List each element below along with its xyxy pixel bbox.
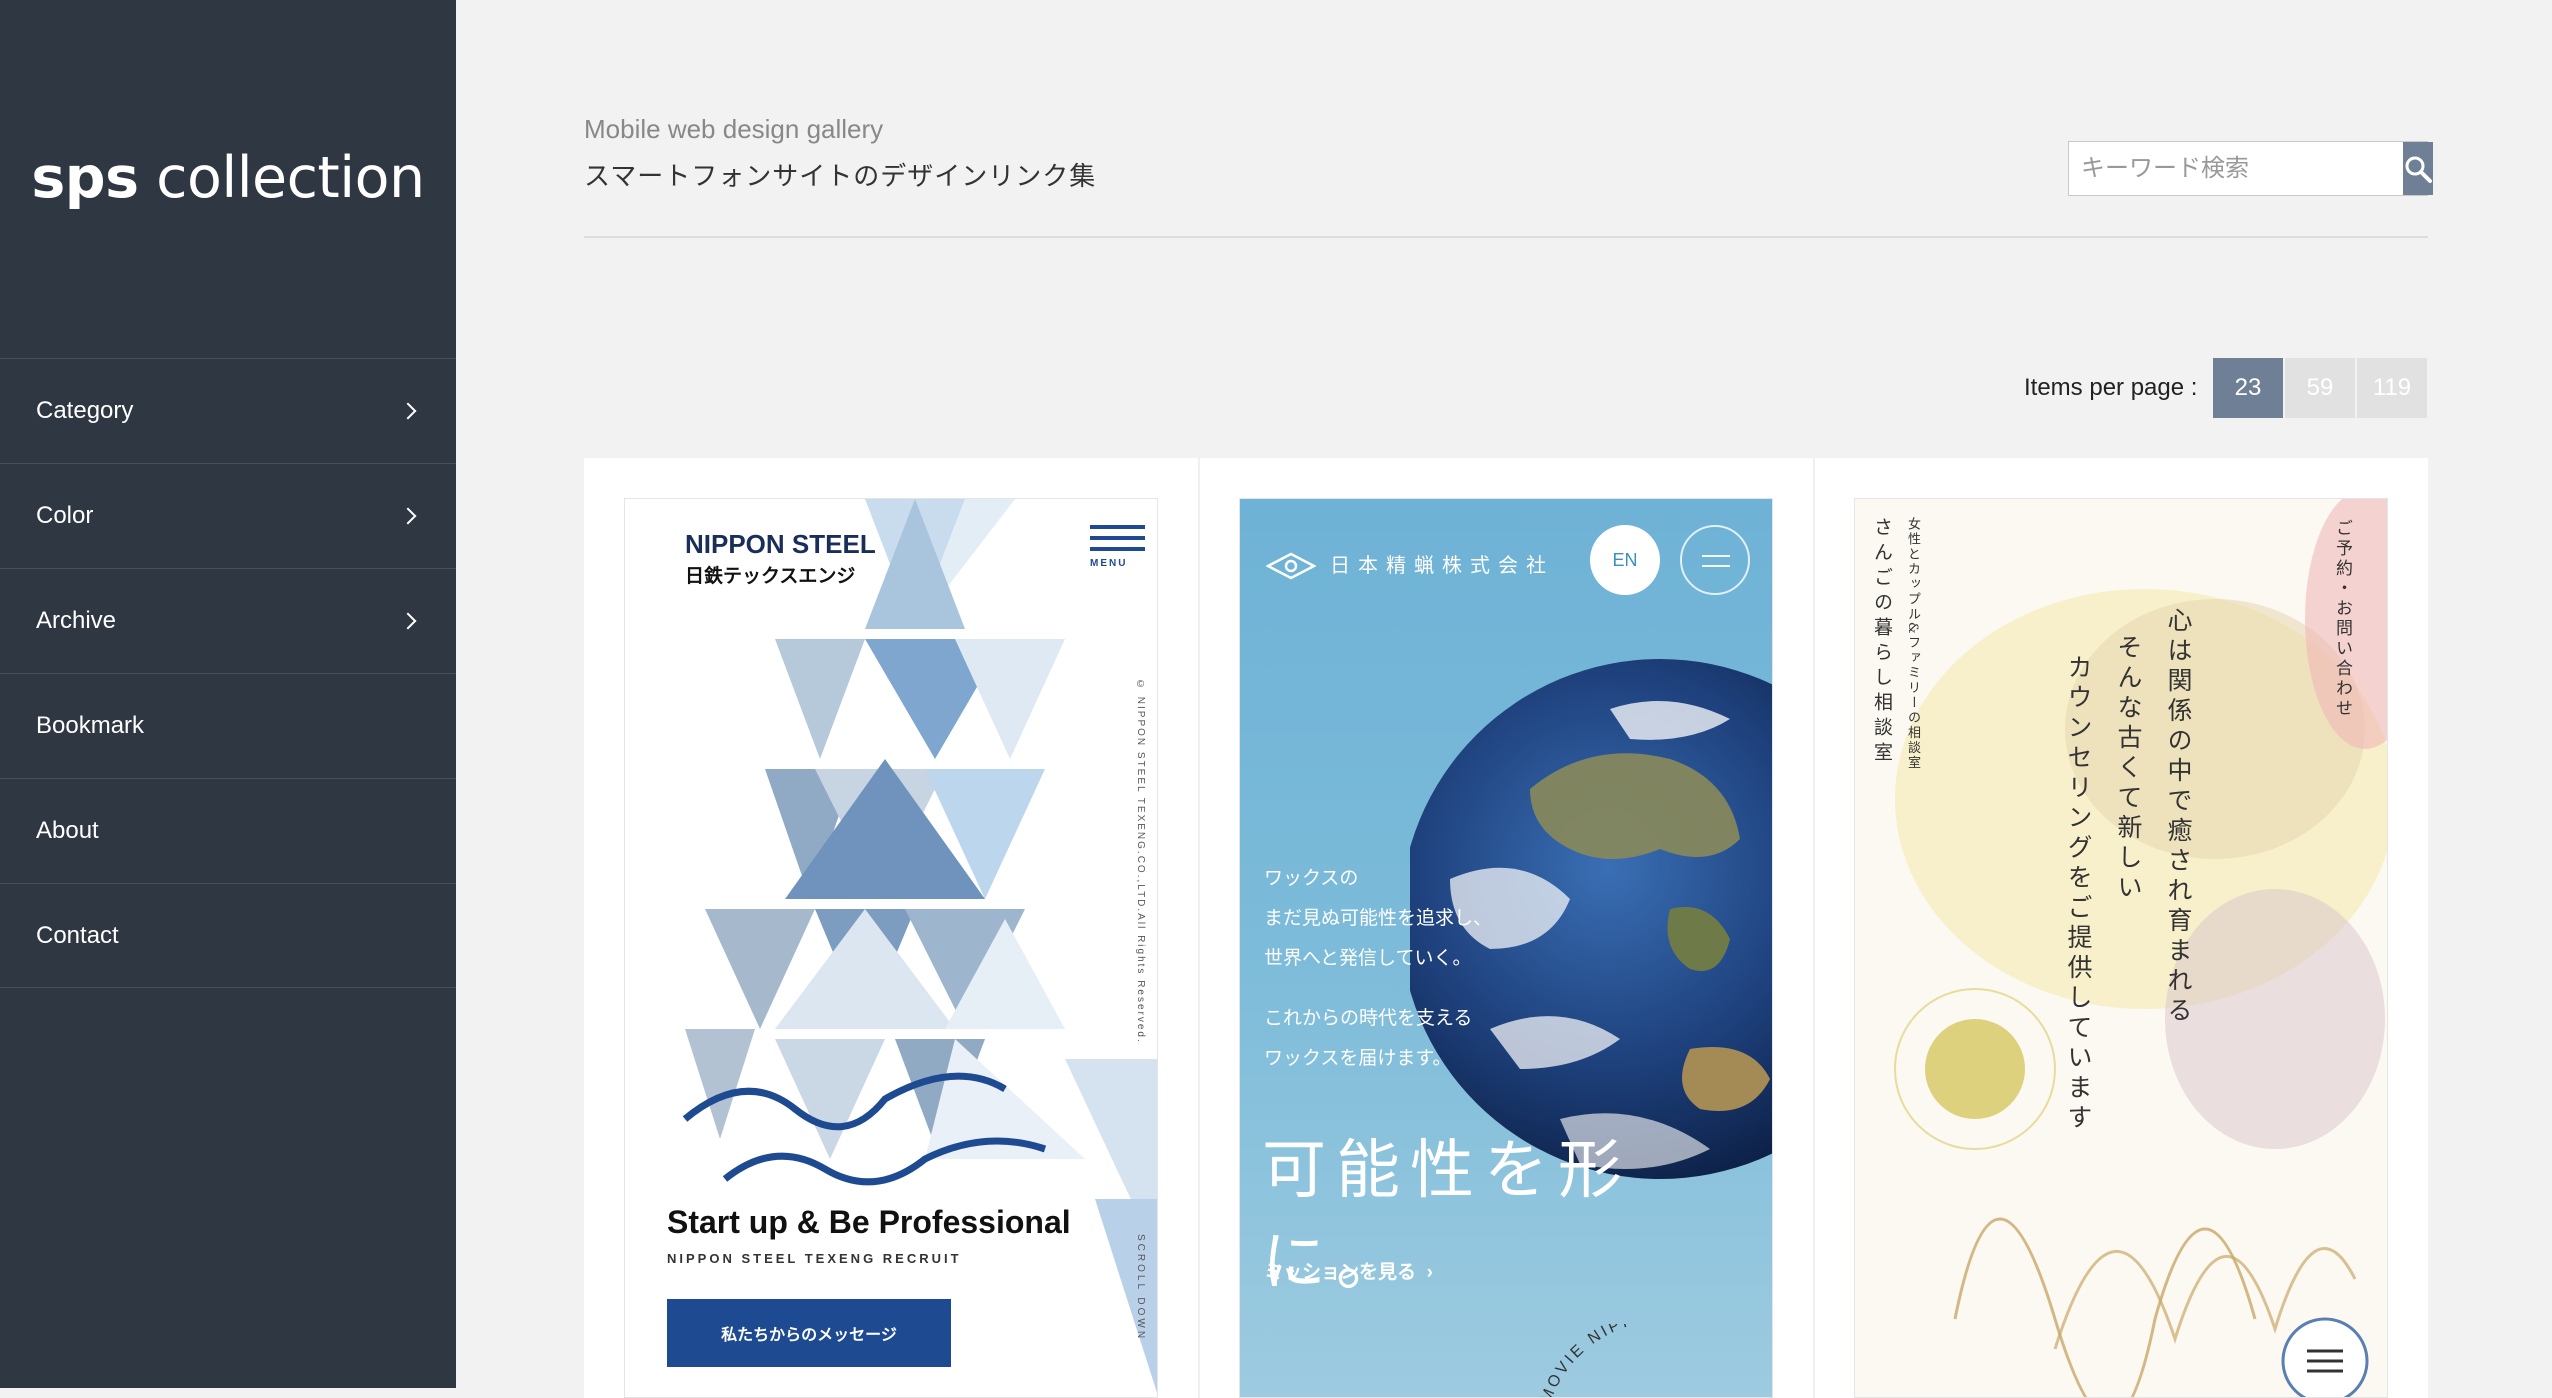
intro-line: ワックスの [1264,868,1359,889]
card-headline: Start up & Be Professional [667,1204,1071,1240]
card-tagline: NIPPON STEEL TEXENG RECRUIT [667,1251,962,1266]
intro-line: これからの時代を支える [1264,1008,1473,1029]
sidebar: sps collection Category Color Archive Bo… [0,0,456,1388]
mission-label: ミッションを見る [1264,1262,1417,1283]
company-logo-icon [1266,552,1316,580]
search-icon [2405,156,2432,183]
menu-label: MENU [1090,558,1128,569]
hero-text-col-1: カウンセリングをご提供しています [2064,654,2093,1134]
sidebar-item-category[interactable]: Category [0,358,456,463]
search-button[interactable] [2403,142,2433,195]
sidebar-item-bookmark[interactable]: Bookmark [0,673,456,778]
intro-text-block-1: ワックスの まだ見ぬ可能性を追求し、 世界へと発信していく。 [1264,859,1492,979]
sidebar-item-color[interactable]: Color [0,463,456,568]
site-title-vertical: さんごの暮らし相談室 [1871,517,1893,767]
chevron-right-icon [399,402,417,420]
gallery-card-nippon-steel[interactable]: NIPPON STEEL 日鉄テックスエンジ MENU © NIPPON STE… [624,498,1158,1398]
chevron-right-icon: › [1421,1262,1433,1283]
header-divider [584,236,2428,238]
movie-ring: MOVIE NIPPON S [1540,1324,1689,1398]
items-per-page-label: Items per page : [2024,374,2198,401]
logo-light: collection [156,145,425,211]
sidebar-item-archive[interactable]: Archive [0,568,456,673]
sidebar-item-about[interactable]: About [0,778,456,883]
svg-text:MOVIE NIPPON S: MOVIE NIPPON S [1540,1324,1689,1398]
intro-line: ワックスを届けます。 [1264,1048,1452,1069]
copyright-text: © NIPPON STEEL TEXENG.CO.,LTD.All Rights… [1135,679,1146,1044]
gallery-card-nippon-seiro[interactable]: 日本精蝋株式会社 EN ワックスの まだ見ぬ可能性を追求し、 世界へと発信してい… [1239,498,1773,1398]
chevron-right-icon [399,612,417,630]
reservation-link: ご予約・お問い合わせ [2332,519,2352,719]
items-per-page-options: 23 59 119 [2213,358,2429,418]
sidebar-item-label: About [36,817,99,844]
site-logo[interactable]: sps collection [0,145,456,211]
column-divider [1198,458,1200,1398]
sidebar-item-label: Archive [36,607,117,634]
items-per-page-59[interactable]: 59 [2285,358,2355,418]
subtitle-en: Mobile web design gallery [584,114,884,144]
chevron-right-icon [399,507,417,525]
search-box [2068,141,2433,196]
logo-bold: sps [31,145,139,211]
brand-logo-sub: 日鉄テックスエンジ [685,566,856,587]
search-input[interactable] [2069,142,2403,195]
intro-line: 世界へと発信していく。 [1264,948,1472,969]
company-name: 日本精蝋株式会社 [1330,555,1554,577]
subtitle-jp: スマートフォンサイトのデザインリンク集 [584,161,1097,191]
sidebar-item-label: Contact [36,921,119,949]
hero-text-col-3: 心は関係の中で癒され育まれる [2164,607,2193,1027]
brand-logo-text: NIPPON STEEL [685,529,876,559]
items-per-page-119[interactable]: 119 [2357,358,2427,418]
scroll-down-text: SCROLL DOWN [1135,1234,1146,1342]
language-en-button: EN [1590,525,1660,595]
sidebar-nav: Category Color Archive Bookmark About Co… [0,358,456,988]
items-per-page-23[interactable]: 23 [2213,358,2283,418]
menu-icon [1680,525,1750,595]
intro-text-block-2: これからの時代を支える ワックスを届けます。 [1264,999,1472,1079]
sidebar-item-contact[interactable]: Contact [0,883,456,988]
hamburger-menu-icon: MENU [1090,525,1145,569]
hero-text-col-2: そんな古くて新しい [2114,634,2143,904]
gallery-card-sango-counseling[interactable]: さんごの暮らし相談室 女性とカップル&ファミリーの相談室 カウンセリングをご提供… [1854,498,2388,1398]
sidebar-item-label: Color [36,502,94,529]
site-subtitle-vertical: 女性とカップル&ファミリーの相談室 [1905,517,1920,771]
sidebar-item-label: Bookmark [36,712,145,739]
gallery-grid: NIPPON STEEL 日鉄テックスエンジ MENU © NIPPON STE… [584,458,2428,1398]
movie-ring-text: MOVIE NIPPON S [1540,1324,1686,1397]
card-cta-button: 私たちからのメッセージ [667,1299,951,1367]
mission-link: ミッションを見る › [1264,1257,1433,1284]
intro-line: まだ見ぬ可能性を追求し、 [1264,908,1493,929]
column-divider [1813,458,1815,1398]
sidebar-item-label: Category [36,397,134,424]
